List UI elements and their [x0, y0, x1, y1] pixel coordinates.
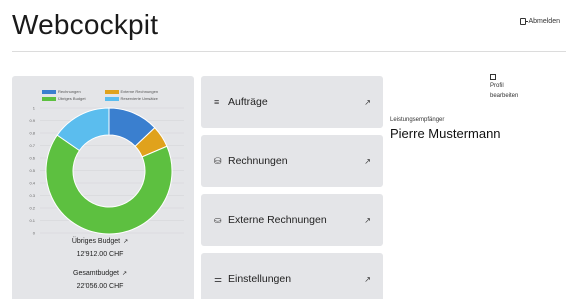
coins-icon: ⛁	[214, 155, 222, 166]
logout-button[interactable]: Abmelden	[520, 18, 560, 25]
arrow-up-right-icon: ↗	[364, 156, 371, 166]
y-tick-label: 0.3	[29, 193, 35, 198]
budget-donut-chart: 0 0.1 0.2 0.3 0.4 0.5 0.6 0.7 0.8 0.9 1	[29, 106, 184, 236]
list-icon: ≡	[214, 97, 220, 107]
y-tick-label: 0.6	[29, 156, 35, 161]
nav-card-auftraege[interactable]: ≡ Aufträge ↗	[201, 76, 383, 128]
y-tick-label: 0.5	[29, 168, 35, 173]
total-budget[interactable]: Gesamtbudget ↗ 22'056.00 CHF	[40, 270, 160, 290]
y-tick-label: 1	[33, 106, 36, 111]
edit-profile-label-1: Profil	[490, 83, 504, 89]
y-tick-label: 0.9	[29, 118, 35, 123]
edit-icon	[490, 74, 496, 80]
y-tick-label: 0.2	[29, 206, 35, 211]
remaining-budget-value: 12'912.00 CHF	[76, 251, 124, 258]
arrow-up-right-icon: ↗	[123, 239, 129, 245]
nav-label: Externe Rechnungen	[228, 214, 327, 226]
arrow-up-right-icon: ↗	[364, 97, 371, 107]
nav-card-einstellungen[interactable]: ⚌ Einstellungen ↗	[201, 253, 383, 299]
nav-label: Einstellungen	[228, 273, 292, 285]
arrow-up-right-icon: ↗	[364, 215, 371, 225]
y-tick-label: 0.1	[29, 218, 35, 223]
recipient-label: Leistungsempfänger	[390, 117, 445, 123]
total-budget-value: 22'056.00 CHF	[76, 283, 124, 290]
nav-label: Rechnungen	[228, 155, 288, 167]
sliders-icon: ⚌	[214, 273, 223, 284]
remaining-budget[interactable]: Übriges Budget ↗ 12'912.00 CHF	[40, 238, 160, 258]
nav-card-externe-rechnungen[interactable]: ⛀ Externe Rechnungen ↗	[201, 194, 383, 246]
nav-label: Aufträge	[228, 96, 268, 108]
logout-icon	[520, 18, 529, 25]
edit-profile-label-2: bearbeiten	[490, 93, 519, 99]
total-budget-label: Gesamtbudget	[73, 270, 119, 277]
recipient-name: Pierre Mustermann	[390, 126, 501, 141]
database-icon: ⛀	[214, 214, 222, 225]
header-divider	[12, 51, 566, 52]
page-title: Webcockpit	[12, 9, 159, 40]
remaining-budget-label: Übriges Budget	[71, 238, 121, 245]
y-tick-label: 0	[33, 231, 36, 236]
arrow-up-right-icon: ↗	[364, 274, 371, 284]
y-tick-label: 0.8	[29, 131, 35, 136]
arrow-up-right-icon: ↗	[121, 271, 127, 277]
nav-card-rechnungen[interactable]: ⛁ Rechnungen ↗	[201, 135, 383, 187]
y-tick-label: 0.7	[29, 143, 35, 148]
edit-profile-link[interactable]: Profil bearbeiten	[490, 74, 518, 101]
y-tick-label: 0.4	[29, 181, 35, 186]
logout-label: Abmelden	[528, 18, 560, 25]
